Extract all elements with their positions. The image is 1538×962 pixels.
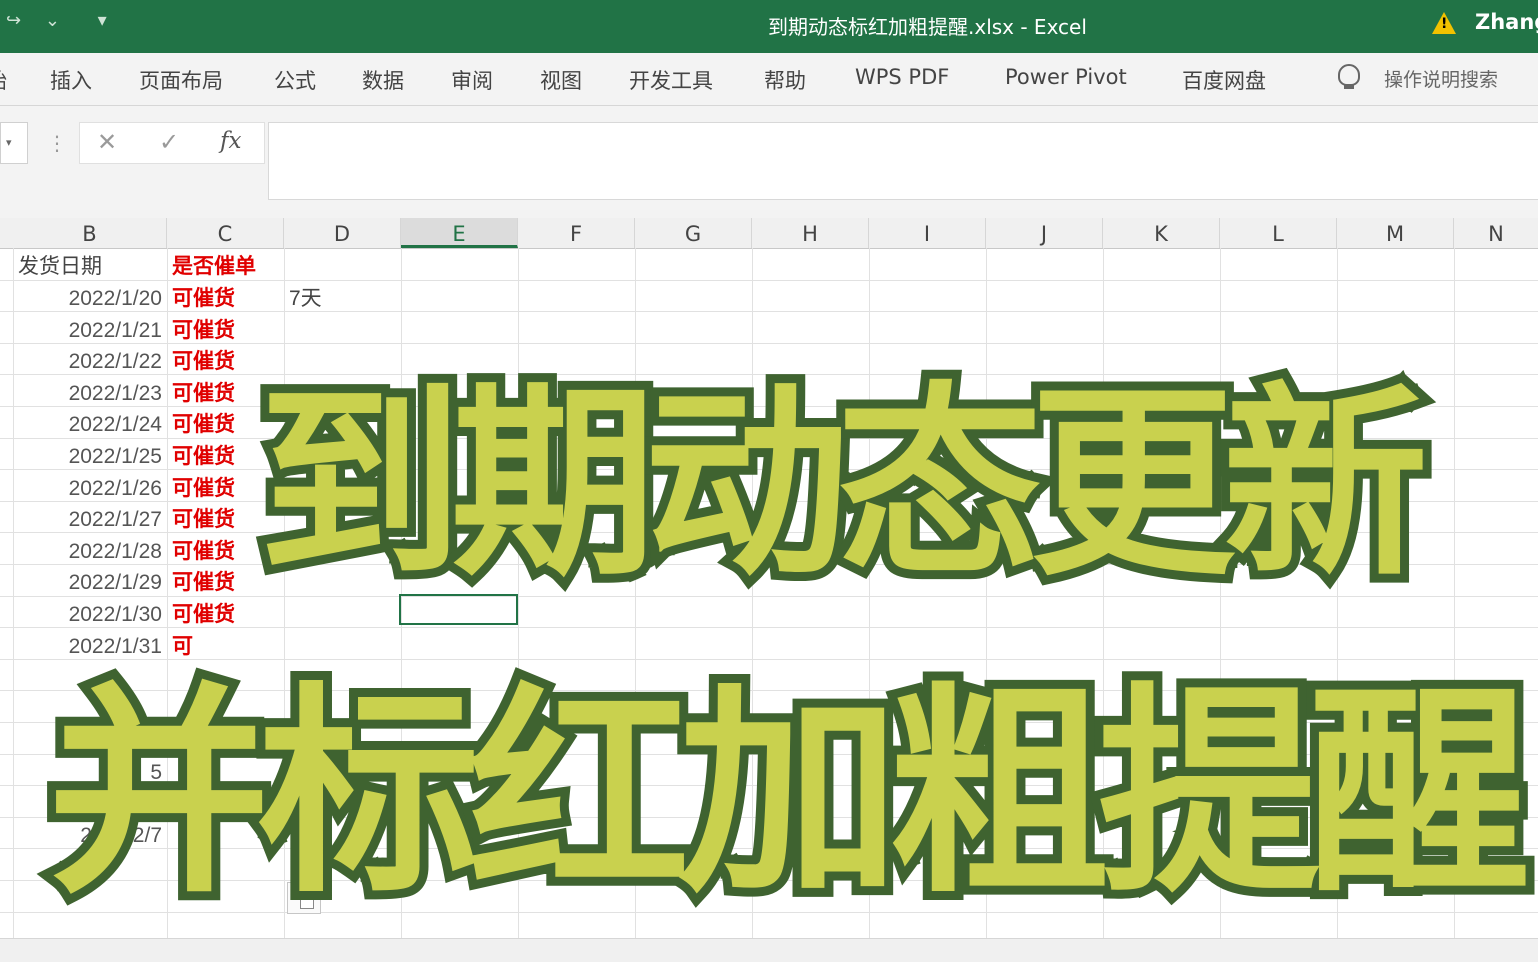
cell-date[interactable]: 2022/1/21 [12, 314, 162, 345]
cell-c1-header[interactable]: 是否催单 [172, 250, 256, 281]
cell-date[interactable]: 2022/1/25 [12, 440, 162, 471]
lightbulb-icon[interactable] [1338, 64, 1360, 89]
tab-baidu-netdisk[interactable]: 百度网盘 [1182, 65, 1266, 95]
column-header-k[interactable]: K [1103, 218, 1220, 248]
tab-formulas[interactable]: 公式 [274, 65, 316, 95]
cell-status[interactable]: 可催货 [172, 535, 235, 566]
column-header-j[interactable]: J [986, 218, 1103, 248]
tab-home[interactable]: 始 [0, 65, 7, 95]
column-header-n[interactable]: N [1454, 218, 1538, 248]
column-header-e[interactable]: E [401, 218, 518, 248]
tab-review[interactable]: 审阅 [451, 65, 493, 95]
cell-date[interactable]: 2022/1/24 [12, 408, 162, 439]
window-title: 到期动态标红加粗提醒.xlsx - Excel [768, 15, 1087, 39]
formula-input[interactable] [268, 122, 1538, 200]
formula-bar-grip-icon[interactable]: ⋮ [47, 131, 67, 155]
cell-status[interactable]: 可催货 [172, 282, 235, 313]
confirm-icon[interactable]: ✓ [159, 128, 179, 156]
cell-d2[interactable]: 7天 [289, 282, 322, 313]
tab-help[interactable]: 帮助 [764, 65, 806, 95]
column-header-m[interactable]: M [1337, 218, 1454, 248]
warning-triangle-icon[interactable] [1432, 12, 1456, 34]
insert-function-icon[interactable]: fx [220, 128, 241, 154]
cell-status[interactable]: 可催货 [172, 440, 235, 471]
tab-data[interactable]: 数据 [362, 65, 404, 95]
column-header-f[interactable]: F [518, 218, 635, 248]
cell-status[interactable]: 可催货 [172, 503, 235, 534]
name-box[interactable] [0, 122, 28, 164]
overlay-title-line-1: 到期动态更新 [249, 357, 1437, 613]
redo-icon[interactable]: ↪ [6, 10, 21, 31]
overlay-title-line-2: 并标红加粗提醒 [39, 656, 1538, 932]
quick-access-toolbar: ↪ ⌄ ▾ [6, 10, 125, 31]
cell-status[interactable]: 可催货 [172, 566, 235, 597]
cell-date[interactable]: 2022/1/28 [12, 535, 162, 566]
column-header-c[interactable]: C [167, 218, 284, 248]
tab-wps-pdf[interactable]: WPS PDF [855, 65, 949, 89]
column-headers: B C D E F G H I J K L M N [0, 218, 1538, 249]
column-header-i[interactable]: I [869, 218, 986, 248]
cell-date[interactable]: 2022/1/27 [12, 503, 162, 534]
tab-page-layout[interactable]: 页面布局 [139, 65, 223, 95]
cell-date[interactable]: 2022/1/20 [12, 282, 162, 313]
tab-view[interactable]: 视图 [540, 65, 582, 95]
cell-status[interactable]: 可催货 [172, 472, 235, 503]
cell-status[interactable]: 可催货 [172, 314, 235, 345]
tab-developer[interactable]: 开发工具 [629, 65, 713, 95]
column-header-h[interactable]: H [752, 218, 869, 248]
cell-date[interactable]: 2022/1/23 [12, 377, 162, 408]
cell-status[interactable]: 可催货 [172, 408, 235, 439]
cell-b1-header[interactable]: 发货日期 [18, 250, 102, 281]
name-box-dropdown-icon[interactable]: ▾ [6, 136, 12, 149]
title-bar: ↪ ⌄ ▾ 到期动态标红加粗提醒.xlsx - Excel Zhang [0, 0, 1538, 53]
column-header-d[interactable]: D [284, 218, 401, 248]
customize-toolbar-icon[interactable]: ▾ [98, 10, 107, 31]
column-header-l[interactable]: L [1220, 218, 1337, 248]
cell-date[interactable]: 2022/1/22 [12, 345, 162, 376]
tell-me-search[interactable]: 操作说明搜索 [1384, 65, 1498, 92]
status-bar [0, 938, 1538, 962]
column-header-b[interactable]: B [13, 218, 167, 248]
tab-insert[interactable]: 插入 [50, 65, 92, 95]
cell-date[interactable]: 2022/1/26 [12, 472, 162, 503]
redo-dropdown-icon[interactable]: ⌄ [45, 10, 60, 31]
cell-date[interactable]: 2022/1/29 [12, 566, 162, 597]
column-header-g[interactable]: G [635, 218, 752, 248]
ribbon-tabs: 始 插入 页面布局 公式 数据 审阅 视图 开发工具 帮助 WPS PDF Po… [0, 53, 1538, 106]
cancel-icon[interactable]: ✕ [97, 128, 117, 156]
cell-status[interactable]: 可催货 [172, 345, 235, 376]
user-name[interactable]: Zhang [1475, 10, 1538, 34]
tab-power-pivot[interactable]: Power Pivot [1005, 65, 1127, 89]
cell-status[interactable]: 可催货 [172, 377, 235, 408]
